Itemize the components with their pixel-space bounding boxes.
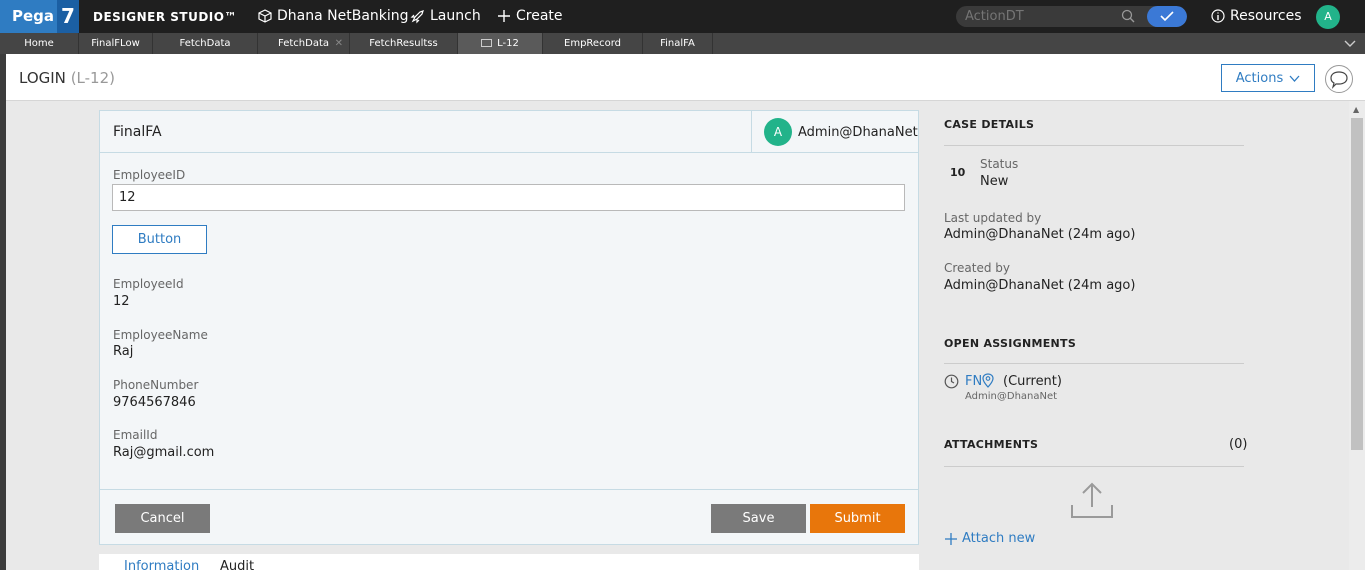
open-assignments-title: OPEN ASSIGNMENTS bbox=[944, 337, 1077, 350]
search-input[interactable] bbox=[956, 6, 1146, 27]
pulse-chat-button[interactable] bbox=[1325, 65, 1353, 93]
top-bar: Pega 7 DESIGNER STUDIO™ Dhana NetBanking… bbox=[0, 0, 1365, 33]
briefcase-icon bbox=[481, 39, 493, 47]
last-updated-value: Admin@DhanaNet (24m ago) bbox=[944, 227, 1136, 242]
chevron-down-icon bbox=[1289, 75, 1300, 82]
location-pin-icon[interactable] bbox=[982, 373, 994, 388]
chevron-down-icon[interactable] bbox=[1344, 39, 1356, 48]
assignee-name: Admin@DhanaNet bbox=[798, 124, 918, 140]
actions-button[interactable]: Actions bbox=[1221, 64, 1315, 92]
app-switcher[interactable]: Dhana NetBanking bbox=[258, 8, 409, 24]
search-go-button[interactable] bbox=[1147, 6, 1187, 27]
user-avatar[interactable]: A bbox=[1316, 5, 1340, 29]
tab-finalflow[interactable]: FinalFLow bbox=[79, 33, 153, 54]
cube-icon bbox=[258, 9, 272, 23]
tab-emprecord[interactable]: EmpRecord bbox=[543, 33, 643, 54]
create-label: Create bbox=[516, 8, 563, 24]
rocket-icon bbox=[410, 9, 424, 23]
last-updated-label: Last updated by bbox=[944, 211, 1042, 225]
attachments-count: (0) bbox=[1229, 437, 1248, 452]
attach-new-label: Attach new bbox=[962, 531, 1036, 546]
assignment-link[interactable]: FN bbox=[965, 374, 982, 389]
search-icon[interactable] bbox=[1121, 9, 1135, 23]
tab-fetchdata-2[interactable]: FetchData ✕ bbox=[258, 33, 350, 54]
case-details-title: CASE DETAILS bbox=[944, 118, 1035, 131]
divider bbox=[944, 363, 1244, 364]
tab-fetchdata[interactable]: FetchData bbox=[153, 33, 258, 54]
button-button[interactable]: Button bbox=[112, 225, 207, 254]
form-title: FinalFA bbox=[113, 124, 162, 140]
field-label: EmployeeId bbox=[113, 277, 184, 291]
left-gutter[interactable] bbox=[0, 54, 6, 570]
avatar: A bbox=[764, 118, 792, 146]
urgency-value: 10 bbox=[950, 166, 966, 179]
brand-name: Pega bbox=[0, 0, 57, 33]
scroll-up-icon[interactable]: ▲ bbox=[1353, 105, 1359, 114]
field-value: 12 bbox=[113, 294, 130, 309]
tab-l-12[interactable]: L-12 bbox=[458, 33, 543, 54]
tab-label: L-12 bbox=[497, 38, 519, 49]
resources-label: Resources bbox=[1230, 8, 1302, 24]
assignment-form: FinalFA A Admin@DhanaNet EmployeeID Butt… bbox=[99, 110, 919, 545]
actions-label: Actions bbox=[1235, 70, 1284, 86]
case-type: LOGIN bbox=[19, 69, 66, 87]
launch-menu[interactable]: Launch bbox=[410, 8, 481, 24]
page-title: LOGIN (L-12) bbox=[19, 69, 115, 87]
scrollbar[interactable]: ▲ bbox=[1349, 101, 1365, 570]
attachments-title: ATTACHMENTS bbox=[944, 438, 1039, 451]
resources-menu[interactable]: Resources bbox=[1211, 8, 1302, 24]
info-icon bbox=[1211, 9, 1225, 23]
pega-logo[interactable]: Pega 7 bbox=[0, 0, 79, 33]
case-subtabs: Information Audit bbox=[99, 554, 919, 570]
tab-information[interactable]: Information bbox=[124, 559, 199, 570]
employee-id-input[interactable] bbox=[112, 184, 905, 211]
status-label: Status bbox=[980, 157, 1019, 171]
close-icon[interactable]: ✕ bbox=[335, 33, 343, 54]
app-name: Dhana NetBanking bbox=[277, 8, 409, 24]
clock-icon bbox=[944, 374, 959, 389]
cancel-button[interactable]: Cancel bbox=[115, 504, 210, 533]
employee-id-label: EmployeeID bbox=[113, 168, 186, 182]
field-value: Raj bbox=[113, 344, 134, 359]
case-id: (L-12) bbox=[70, 69, 115, 87]
tab-home[interactable]: Home bbox=[0, 33, 79, 54]
upload-icon[interactable] bbox=[1069, 481, 1115, 519]
divider bbox=[944, 466, 1244, 467]
studio-title: DESIGNER STUDIO™ bbox=[93, 10, 237, 24]
search-box bbox=[956, 6, 1187, 27]
scrollbar-thumb[interactable] bbox=[1351, 118, 1363, 450]
plus-icon bbox=[498, 10, 510, 22]
field-label: PhoneNumber bbox=[113, 378, 199, 392]
chat-bubble-icon bbox=[1330, 71, 1348, 89]
launch-label: Launch bbox=[430, 8, 481, 24]
tab-fetchresultss[interactable]: FetchResultss bbox=[350, 33, 458, 54]
save-button[interactable]: Save bbox=[711, 504, 806, 533]
created-by-label: Created by bbox=[944, 261, 1011, 275]
assignment-owner: Admin@DhanaNet bbox=[965, 391, 1058, 402]
field-label: EmailId bbox=[113, 428, 158, 442]
check-icon bbox=[1160, 11, 1174, 22]
tab-finalfa[interactable]: FinalFA bbox=[643, 33, 713, 54]
tab-label: FetchData bbox=[278, 38, 329, 49]
field-value: Raj@gmail.com bbox=[113, 445, 215, 460]
form-actions: Cancel Save Submit bbox=[100, 489, 918, 544]
field-value: 9764567846 bbox=[113, 395, 196, 410]
assignee[interactable]: A Admin@DhanaNet bbox=[751, 111, 918, 153]
create-menu[interactable]: Create bbox=[497, 8, 563, 24]
created-by-value: Admin@DhanaNet (24m ago) bbox=[944, 278, 1136, 293]
tab-audit[interactable]: Audit bbox=[220, 559, 254, 570]
document-tabs: Home FinalFLow FetchData FetchData ✕ Fetc… bbox=[0, 33, 1365, 54]
submit-button[interactable]: Submit bbox=[810, 504, 905, 533]
case-header: LOGIN (L-12) Actions bbox=[6, 54, 1365, 101]
brand-version: 7 bbox=[57, 0, 79, 33]
status-value: New bbox=[980, 174, 1009, 189]
plus-icon bbox=[945, 532, 957, 545]
divider bbox=[944, 145, 1244, 146]
field-label: EmployeeName bbox=[113, 328, 208, 342]
form-header: FinalFA A Admin@DhanaNet bbox=[100, 111, 918, 153]
attach-new-link[interactable]: Attach new bbox=[944, 531, 1035, 546]
assignment-state: (Current) bbox=[1003, 374, 1062, 389]
